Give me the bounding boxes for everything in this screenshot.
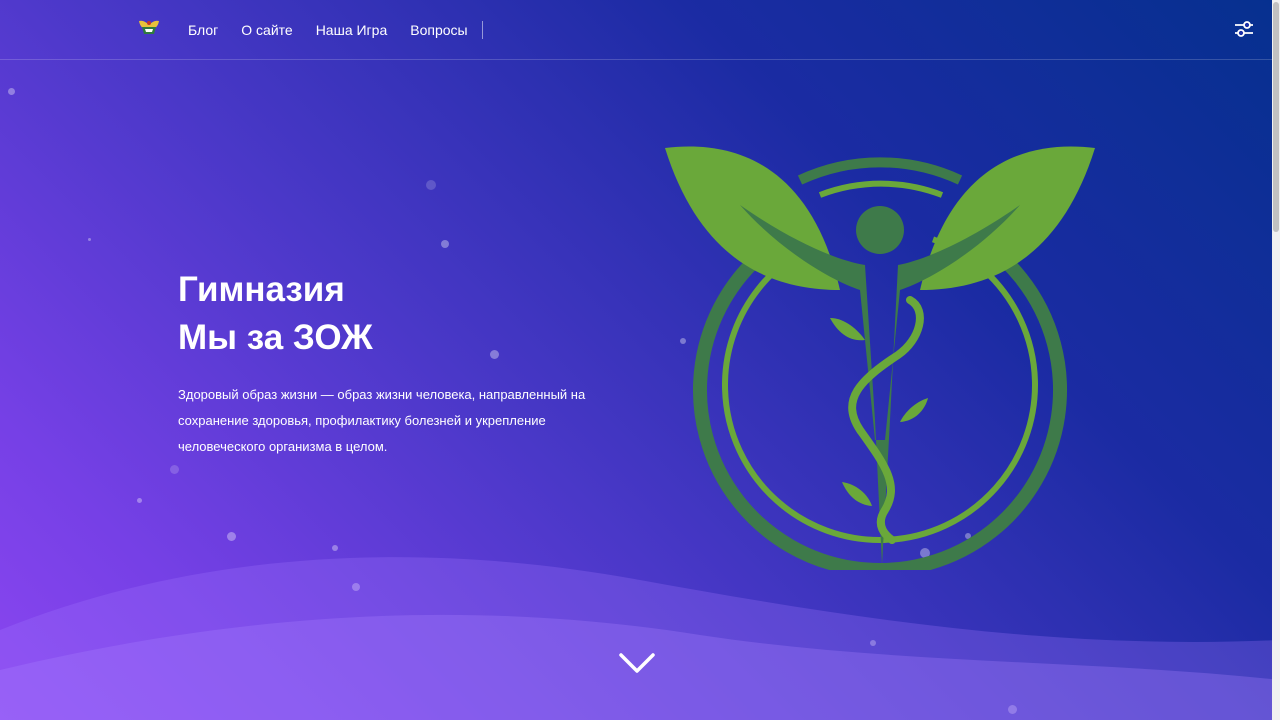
decorative-dot: [8, 88, 15, 95]
decorative-dot: [441, 240, 449, 248]
decorative-dot: [426, 180, 436, 190]
scrollbar[interactable]: [1272, 0, 1280, 720]
school-crest-icon[interactable]: [138, 19, 160, 37]
hero-description: Здоровый образ жизни — образ жизни челов…: [178, 387, 586, 454]
hero-title: Гимназия Мы за ЗОЖ: [178, 266, 373, 362]
nav-link-about[interactable]: О сайте: [241, 22, 292, 38]
nav-link-blog[interactable]: Блог: [188, 22, 218, 38]
nav-link-questions[interactable]: Вопросы: [410, 22, 467, 38]
decorative-dot: [137, 498, 142, 503]
hero-title-line1: Гимназия: [178, 270, 345, 309]
decorative-dot: [88, 238, 91, 241]
chevron-down-icon[interactable]: [618, 650, 656, 676]
decorative-dot: [490, 350, 499, 359]
hero-title-line2: Мы за ЗОЖ: [178, 318, 373, 357]
decorative-dot: [170, 465, 179, 474]
nav-divider: [481, 20, 483, 39]
page: Блог О сайте Наша Игра Вопросы Гимназия …: [0, 0, 1280, 720]
nav-link-our-game[interactable]: Наша Игра: [316, 22, 388, 38]
sliders-icon[interactable]: [1233, 19, 1255, 39]
scrollbar-thumb[interactable]: [1273, 2, 1279, 232]
top-navbar: Блог О сайте Наша Игра Вопросы: [0, 0, 1272, 60]
nav-links: Блог О сайте Наша Игра Вопросы: [188, 0, 483, 59]
healthy-lifestyle-emblem-icon: [665, 146, 1095, 570]
